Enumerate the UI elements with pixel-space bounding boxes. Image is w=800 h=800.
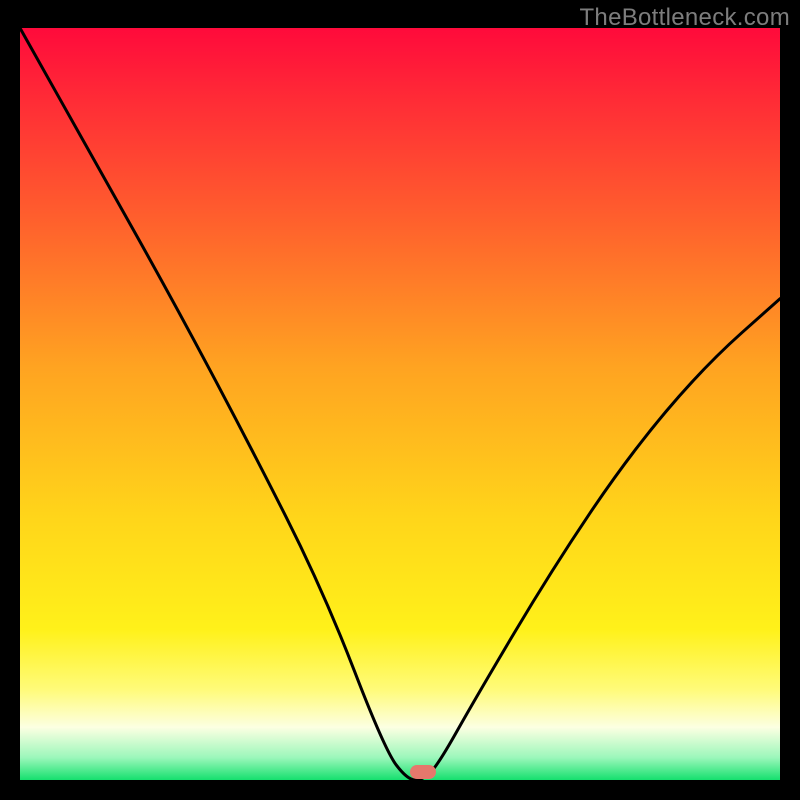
bottleneck-chart-svg [20,28,780,780]
plot-area [20,28,780,780]
optimal-marker [410,765,436,779]
chart-frame: TheBottleneck.com [0,0,800,800]
watermark-text: TheBottleneck.com [579,4,790,32]
gradient-background [20,28,780,780]
